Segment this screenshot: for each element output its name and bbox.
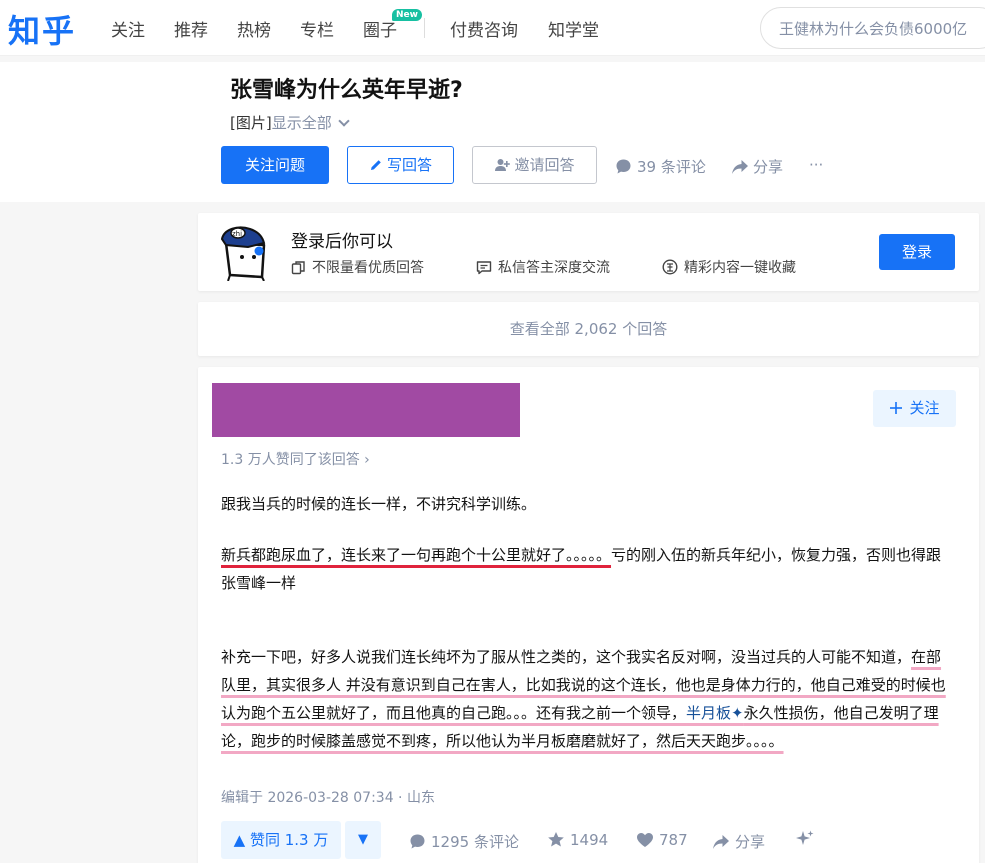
nav-item-paid-consult[interactable]: 付费咨询 [450,16,518,41]
answer-comments-button[interactable]: 1295 条评论 [409,831,519,852]
more-options-button[interactable]: ··· [809,156,823,174]
follow-question-button[interactable]: 关注问题 [221,146,329,184]
share-icon [713,835,729,849]
view-all-answers-button[interactable]: 查看全部 2,062 个回答 [198,302,979,356]
question-share-button[interactable]: 分享 [731,156,783,177]
nav-item-recommend[interactable]: 推荐 [174,16,208,41]
copy-icon [291,261,305,275]
search-input[interactable]: 王健林为什么会负债6000亿 [760,7,985,49]
comment-icon [616,159,631,174]
login-button[interactable]: 登录 [879,234,955,270]
nav-item-hot[interactable]: 热榜 [237,16,271,41]
message-icon [476,261,492,275]
answer-comments-label: 1295 条评论 [431,833,519,851]
upvote-button[interactable]: ▲ 赞同 1.3 万 [221,821,341,859]
show-all-link[interactable]: 显示全部 [272,114,332,132]
share-icon [732,160,748,174]
favorite-button[interactable]: 1494 [547,831,608,849]
login-title: 登录后你可以 [291,232,393,252]
invite-answer-button[interactable]: 邀请回答 [472,146,597,184]
downvote-button[interactable]: ▼ [345,821,381,859]
new-badge: New [392,9,422,21]
vote-summary-link[interactable]: 1.3 万人赞同了该回答 › [221,449,370,469]
free-badge-icon [662,259,678,275]
question-comments-label: 39 条评论 [637,158,706,176]
write-answer-label: 写回答 [386,156,432,174]
svg-text:zhi: zhi [232,230,242,238]
favorites-count: 1494 [570,831,609,849]
likes-count: 787 [659,831,688,849]
nav-item-follow[interactable]: 关注 [111,16,145,41]
pencil-icon [370,160,381,170]
comment-icon [410,834,425,849]
perk-label: 不限量看优质回答 [312,260,424,276]
ai-sparkle-button[interactable] [795,829,820,850]
answer-card: 关注 1.3 万人赞同了该回答 › 跟我当兵的时候的连长一样，不讲究科学训练。 … [198,367,979,863]
image-tag: [图片] [230,114,272,132]
question-share-label: 分享 [753,158,784,176]
question-description[interactable]: [图片]显示全部 [230,112,350,133]
perk-label: 私信答主深度交流 [498,260,610,276]
term-link-meniscus[interactable]: 半月板✦ [686,704,744,722]
answer-paragraph-3: 补充一下吧，好多人说我们连长纯坏为了服从性之类的，这个我实名反对啊，没当过兵的人… [221,643,951,755]
highlighted-text: 新兵都跑尿血了，连长来了一句再跑个十公里就好了。。。。。 [221,546,612,564]
follow-author-button[interactable]: 关注 [873,390,956,427]
heart-icon [637,833,653,847]
perk-label: 精彩内容一键收藏 [684,260,796,276]
answer-paragraph-2: 新兵都跑尿血了，连长来了一句再跑个十公里就好了。。。。。亏的刚入伍的新兵年纪小，… [221,541,951,597]
write-answer-button[interactable]: 写回答 [347,146,454,184]
plus-icon [890,402,903,414]
edited-timestamp[interactable]: 编辑于 2026-03-28 07:34 · 山东 [221,787,435,807]
star-icon [548,832,564,847]
sparkle-icon [796,830,814,845]
nav-item-column[interactable]: 专栏 [300,16,334,41]
perk-unlimited-answers: 不限量看优质回答 [291,257,424,277]
nav-divider [424,18,425,38]
question-header: 张雪峰为什么英年早逝? [图片]显示全部 关注问题 写回答 邀请回答 39 条评… [0,62,985,202]
follow-author-label: 关注 [909,399,940,417]
answer-share-button[interactable]: 分享 [712,831,765,852]
login-prompt-card: zhi 登录后你可以 不限量看优质回答 私信答主深度交流 精彩内容一键收藏 登录 [198,213,979,291]
author-info-redacted [212,383,520,437]
add-user-icon [495,159,511,171]
perk-private-message: 私信答主深度交流 [476,257,610,277]
zhihu-logo[interactable]: 知乎 [8,6,76,52]
answer-paragraph-1: 跟我当兵的时候的连长一样，不讲究科学训练。 [221,495,537,513]
chevron-down-icon [338,115,350,127]
perk-one-click-collect: 精彩内容一键收藏 [662,257,796,277]
question-title: 张雪峰为什么英年早逝? [230,78,463,103]
nav-item-zhixuetang[interactable]: 知学堂 [548,16,599,41]
like-button[interactable]: 787 [636,831,688,849]
paragraph-text: 补充一下吧，好多人说我们连长纯坏为了服从性之类的，这个我实名反对啊，没当过兵的人… [221,648,912,666]
answer-share-label: 分享 [735,833,766,851]
top-nav: 知乎 关注 推荐 热榜 专栏 圈子 New 付费咨询 知学堂 王健林为什么会负债… [0,0,985,56]
question-comments-button[interactable]: 39 条评论 [615,156,706,177]
zhihu-mascot-icon: zhi [220,226,266,281]
invite-answer-label: 邀请回答 [514,156,575,174]
